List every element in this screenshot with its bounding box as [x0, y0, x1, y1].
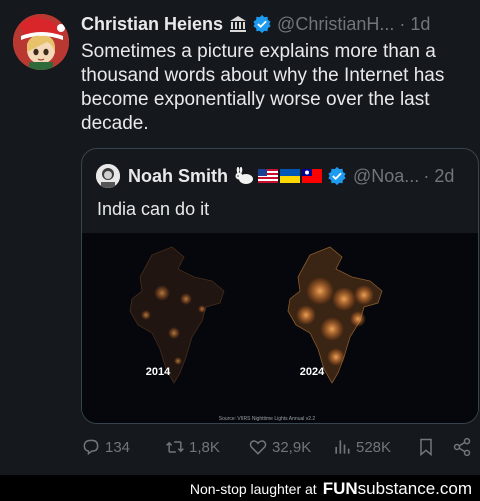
bookmark-icon — [420, 438, 432, 457]
like-count: 32,9K — [272, 438, 312, 456]
quote-verified-badge-icon[interactable] — [327, 166, 347, 186]
tweet-text: Sometimes a picture explains more than a… — [81, 40, 471, 136]
quote-header: Noah Smith @Noa... · 2d — [96, 164, 454, 188]
reply-icon — [83, 439, 99, 456]
footer-brand-fun: FUN — [322, 479, 358, 498]
tweet-timestamp[interactable]: 1d — [410, 13, 430, 35]
quoted-tweet[interactable]: Noah Smith @Noa... · 2d India can do it … — [81, 148, 479, 424]
image-source-note: Source: VIIRS Nighttime Lights Annual v2… — [219, 416, 316, 422]
author-name[interactable]: Christian Heiens — [81, 13, 223, 35]
reply-button[interactable]: 134 — [81, 437, 130, 457]
taiwan-flag-icon — [302, 169, 323, 183]
share-icon — [453, 437, 471, 457]
like-button[interactable]: 32,9K — [248, 437, 311, 457]
quote-image[interactable]: 2014 2024 Source: VIIRS Nighttime Lights… — [82, 233, 478, 423]
footer-tagline: Non-stop laughter at — [189, 481, 317, 497]
tweet-text-line: decade. — [81, 113, 149, 134]
santa-hat-anime-avatar-icon — [13, 14, 69, 70]
quote-author-handle[interactable]: @Noa... — [353, 166, 419, 187]
quote-emojis — [234, 167, 323, 185]
rabbit-icon — [235, 167, 254, 184]
bank-building-icon — [228, 14, 248, 34]
verified-badge-icon[interactable] — [252, 14, 272, 34]
reply-count: 134 — [105, 438, 131, 456]
footer-brand-com: .com — [435, 479, 472, 498]
tweet-text-line: become exponentially worse over the last — [81, 89, 430, 110]
views-count: 528K — [356, 438, 392, 456]
tweet-text-line: Sometimes a picture explains more than a — [81, 41, 436, 62]
us-flag-icon — [258, 169, 279, 183]
tweet-card[interactable]: Christian Heiens @ChristianH... · 1d Som… — [0, 0, 480, 475]
quote-text: India can do it — [97, 199, 210, 219]
heart-icon — [249, 440, 267, 455]
bookmark-button[interactable] — [416, 437, 436, 457]
separator-dot: · — [399, 14, 406, 34]
footer-brand-substance: substance — [357, 479, 436, 498]
india-night-lights-image: 2014 2024 Source: VIIRS Nighttime Lights… — [82, 233, 478, 423]
tweet-actions: 134 1,8K 32,9K 528K — [81, 436, 471, 458]
views-button[interactable]: 528K — [332, 437, 391, 457]
quote-timestamp[interactable]: 2d — [434, 166, 454, 187]
quote-author-avatar[interactable] — [96, 164, 120, 188]
ukraine-flag-icon — [280, 169, 301, 183]
share-button[interactable] — [452, 437, 472, 457]
author-avatar[interactable] — [13, 14, 69, 70]
site-footer: Non-stop laughter at FUN substance .com — [0, 475, 480, 501]
tweet-text-line: thousand words about why the Internet ha… — [81, 65, 445, 86]
quote-author-name[interactable]: Noah Smith — [128, 166, 228, 187]
year-label-left: 2014 — [146, 366, 171, 378]
views-chart-icon — [335, 440, 350, 454]
footer-watermark: Non-stop laughter at FUN substance .com — [190, 479, 472, 499]
quote-separator-dot: · — [423, 165, 430, 186]
year-label-right: 2024 — [300, 366, 325, 378]
repost-button[interactable]: 1,8K — [165, 437, 220, 457]
repost-icon — [166, 441, 184, 453]
author-handle[interactable]: @ChristianH... — [277, 13, 394, 35]
repost-count: 1,8K — [189, 438, 220, 456]
tweet-header: Christian Heiens @ChristianH... · 1d — [81, 13, 430, 35]
